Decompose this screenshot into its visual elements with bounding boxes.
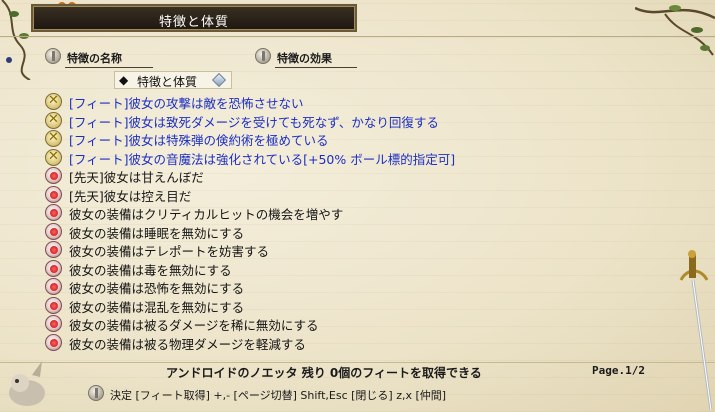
category-header[interactable]: ◆ 特徴と体質 [114, 71, 232, 89]
creature-ornament [9, 361, 45, 406]
trait-icon [45, 204, 62, 221]
list-item-text: [先天]彼女は甘えんぼだ [69, 170, 204, 185]
header-bullet-icon [45, 48, 61, 64]
trait-icon [45, 241, 62, 258]
page-indicator: Page.1/2 [592, 364, 645, 377]
title-bar: 特徴と体質 [31, 4, 357, 32]
list-item[interactable]: [フィート]彼女は致死ダメージを受けても死なず、かなり回復する [45, 111, 685, 130]
trait-icon [45, 333, 62, 351]
sword-ornament [679, 250, 713, 411]
list-item-text: 彼女の装備は混乱を無効にする [69, 299, 245, 315]
window-title: 特徴と体質 [158, 15, 229, 30]
list-item-text: 彼女の装備はクリティカルヒットの機会を増やす [69, 207, 344, 222]
header-bullet-icon [255, 48, 271, 64]
trait-icon [45, 296, 62, 314]
trait-icon [45, 259, 62, 277]
list-item[interactable]: 彼女の装備は睡眠を無効にする [45, 222, 685, 241]
list-item-text: 彼女の装備は恐怖を無効にする [69, 281, 245, 296]
list-item[interactable]: [フィート]彼女の攻撃は敵を恐怖させない [45, 92, 685, 111]
list-item[interactable]: 彼女の装備は恐怖を無効にする [45, 277, 685, 296]
list-item[interactable]: 彼女の装備は被る物理ダメージを軽減する [45, 333, 685, 352]
column-header-effect-label: 特徴の効果 [277, 52, 332, 65]
trait-icon [45, 185, 62, 203]
list-item[interactable]: 彼女の装備は混乱を無効にする [45, 296, 685, 315]
status-text: アンドロイドのノエッタ 残り 0個のフィートを取得できる [166, 366, 482, 380]
list-item[interactable]: [先天]彼女は甘えんぼだ [45, 166, 685, 185]
list-item-text: [フィート]彼女の攻撃は敵を恐怖させない [69, 96, 304, 111]
feat-icon [45, 148, 62, 166]
list-item[interactable]: 彼女の装備は毒を無効にする [45, 259, 685, 278]
trait-icon [45, 167, 62, 184]
footer-divider [0, 362, 715, 363]
trait-icon [45, 222, 62, 240]
key-hints: 決定 [フィート取得] +,- [ページ切替] Shift,Esc [閉じる] … [88, 385, 668, 403]
list-item-text: 彼女の装備は睡眠を無効にする [69, 225, 245, 241]
top-divider [0, 36, 715, 37]
gem-icon [211, 72, 227, 88]
list-item-text: [フィート]彼女の音魔法は強化されている[+50% ボール標的指定可] [69, 151, 456, 167]
key-hint-icon [88, 385, 104, 401]
feat-icon [45, 111, 62, 129]
list-item-text: 彼女の装備は毒を無効にする [69, 262, 232, 278]
list-item[interactable]: 彼女の装備はクリティカルヒットの機会を増やす [45, 203, 685, 222]
list-item-text: [先天]彼女は控え目だ [69, 188, 192, 204]
column-header-name-label: 特徴の名称 [67, 52, 122, 65]
vine-ornament-right [635, 5, 715, 56]
column-header-effect: 特徴の効果 [255, 48, 365, 68]
feat-icon [45, 93, 62, 110]
header-underline [275, 67, 357, 68]
column-header-name: 特徴の名称 [45, 48, 155, 68]
list-item[interactable]: [先天]彼女は控え目だ [45, 185, 685, 204]
list-item[interactable]: [フィート]彼女の音魔法は強化されている[+50% ボール標的指定可] [45, 148, 685, 167]
feats-window: 特徴と体質 特徴の名称 特徴の効果 ◆ 特徴と体質 [フィート]彼女の攻撃は敵を… [0, 0, 715, 412]
list-item[interactable]: [フィート]彼女は特殊弾の倹約術を極めている [45, 129, 685, 148]
feat-list: [フィート]彼女の攻撃は敵を恐怖させない [フィート]彼女は致死ダメージを受けて… [45, 92, 685, 352]
list-item-text: 彼女の装備は被る物理ダメージを軽減する [69, 336, 306, 352]
feat-icon [45, 130, 62, 147]
category-label: 特徴と体質 [137, 75, 198, 89]
list-item-text: [フィート]彼女は致死ダメージを受けても死なず、かなり回復する [69, 114, 439, 130]
list-item[interactable]: 彼女の装備はテレポートを妨害する [45, 240, 685, 259]
list-item-text: 彼女の装備は被るダメージを稀に無効にする [69, 318, 319, 333]
trait-icon [45, 315, 62, 332]
list-item-text: [フィート]彼女は特殊弾の倹約術を極めている [69, 133, 329, 148]
list-item[interactable]: 彼女の装備は被るダメージを稀に無効にする [45, 314, 685, 333]
diamond-icon: ◆ [119, 73, 129, 87]
key-hints-text: 決定 [フィート取得] +,- [ページ切替] Shift,Esc [閉じる] … [110, 389, 447, 402]
trait-icon [45, 278, 62, 295]
list-item-text: 彼女の装備はテレポートを妨害する [69, 244, 270, 259]
header-underline [65, 67, 153, 68]
